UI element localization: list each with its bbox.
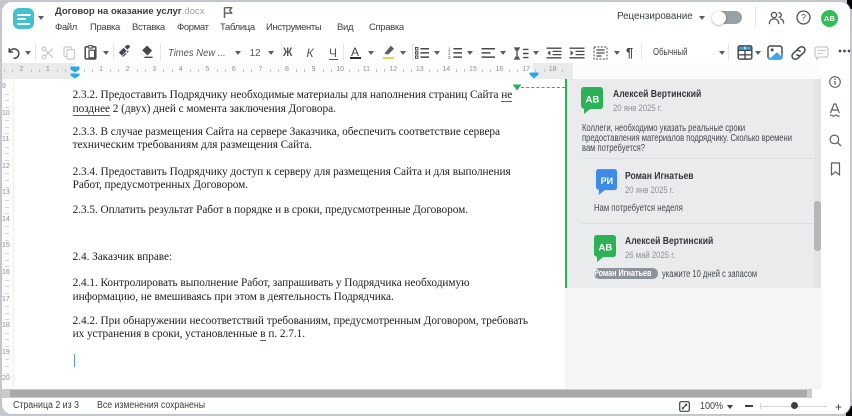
svg-text:3: 3: [448, 55, 451, 59]
svg-text:АВ: АВ: [598, 242, 612, 253]
svg-text:АВ: АВ: [586, 95, 600, 106]
svg-text:?: ?: [801, 13, 806, 23]
svg-text:РИ: РИ: [601, 175, 614, 185]
